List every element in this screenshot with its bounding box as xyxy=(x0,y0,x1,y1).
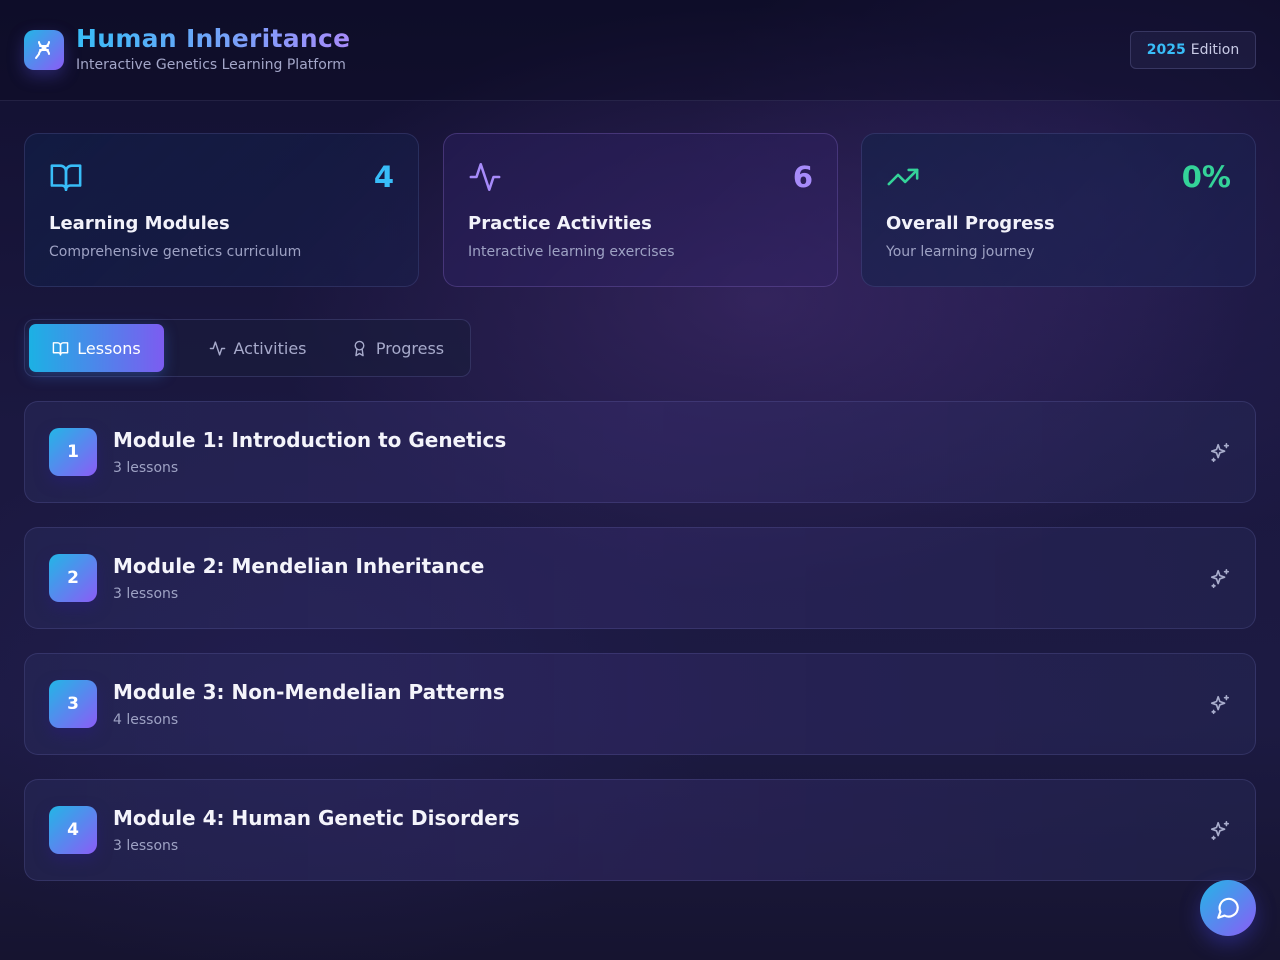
stat-title: Overall Progress xyxy=(886,213,1055,234)
sparkles-icon[interactable] xyxy=(1209,568,1231,590)
sparkles-icon[interactable] xyxy=(1209,694,1231,716)
activity-icon xyxy=(209,340,225,356)
stat-description: Interactive learning exercises xyxy=(468,244,675,260)
module-title: Module 1: Introduction to Genetics xyxy=(113,428,507,452)
stat-card-practice-activities: 6 Practice Activities Interactive learni… xyxy=(443,133,838,287)
module-title: Module 3: Non-Mendelian Patterns xyxy=(113,680,505,704)
stat-value: 4 xyxy=(373,160,394,194)
chat-button[interactable] xyxy=(1200,880,1256,936)
module-card-3[interactable]: 3 Module 3: Non-Mendelian Patterns 4 les… xyxy=(24,653,1256,755)
dna-icon xyxy=(24,30,64,70)
edition-badge: 2025 Edition xyxy=(1130,31,1256,69)
module-number-badge: 3 xyxy=(49,680,97,728)
module-number-badge: 2 xyxy=(49,554,97,602)
edition-label: Edition xyxy=(1190,42,1240,58)
module-lesson-count: 3 lessons xyxy=(113,460,179,476)
module-title: Module 2: Mendelian Inheritance xyxy=(113,554,485,578)
module-lesson-count: 3 lessons xyxy=(113,838,179,854)
app-header: Human Inheritance Interactive Genetics L… xyxy=(0,0,1280,101)
module-title: Module 4: Human Genetic Disorders xyxy=(113,806,520,830)
stat-description: Comprehensive genetics curriculum xyxy=(49,244,302,260)
module-card-2[interactable]: 2 Module 2: Mendelian Inheritance 3 less… xyxy=(24,527,1256,629)
tab-activities[interactable]: Activities xyxy=(185,324,330,372)
sparkles-icon[interactable] xyxy=(1209,820,1231,842)
tab-progress[interactable]: Progress xyxy=(340,324,455,372)
stat-card-learning-modules: 4 Learning Modules Comprehensive genetic… xyxy=(24,133,419,287)
module-lesson-count: 4 lessons xyxy=(113,712,179,728)
tab-lessons[interactable]: Lessons xyxy=(29,324,164,372)
sparkles-icon[interactable] xyxy=(1209,442,1231,464)
stat-title: Practice Activities xyxy=(468,213,652,234)
trending-up-icon xyxy=(887,168,919,186)
app-title: Human Inheritance xyxy=(76,24,351,53)
module-number-badge: 4 xyxy=(49,806,97,854)
module-lesson-count: 3 lessons xyxy=(113,586,179,602)
stat-card-overall-progress: 0% Overall Progress Your learning journe… xyxy=(861,133,1256,287)
message-circle-icon xyxy=(1217,897,1239,919)
edition-year: 2025 xyxy=(1146,42,1186,58)
tab-label: Activities xyxy=(233,338,307,358)
tab-label: Progress xyxy=(375,338,445,358)
tab-bar: Lessons Activities Progress xyxy=(24,319,471,377)
stat-value: 6 xyxy=(792,160,813,194)
stat-description: Your learning journey xyxy=(886,244,1035,260)
activity-icon xyxy=(469,162,501,192)
module-card-1[interactable]: 1 Module 1: Introduction to Genetics 3 l… xyxy=(24,401,1256,503)
book-open-icon xyxy=(50,164,82,192)
stat-value: 0% xyxy=(1181,160,1231,194)
award-icon xyxy=(354,340,365,356)
app-subtitle: Interactive Genetics Learning Platform xyxy=(76,57,346,73)
stat-title: Learning Modules xyxy=(49,213,230,234)
module-number-badge: 1 xyxy=(49,428,97,476)
tab-label: Lessons xyxy=(77,338,141,358)
book-open-icon xyxy=(52,341,69,356)
module-card-4[interactable]: 4 Module 4: Human Genetic Disorders 3 le… xyxy=(24,779,1256,881)
